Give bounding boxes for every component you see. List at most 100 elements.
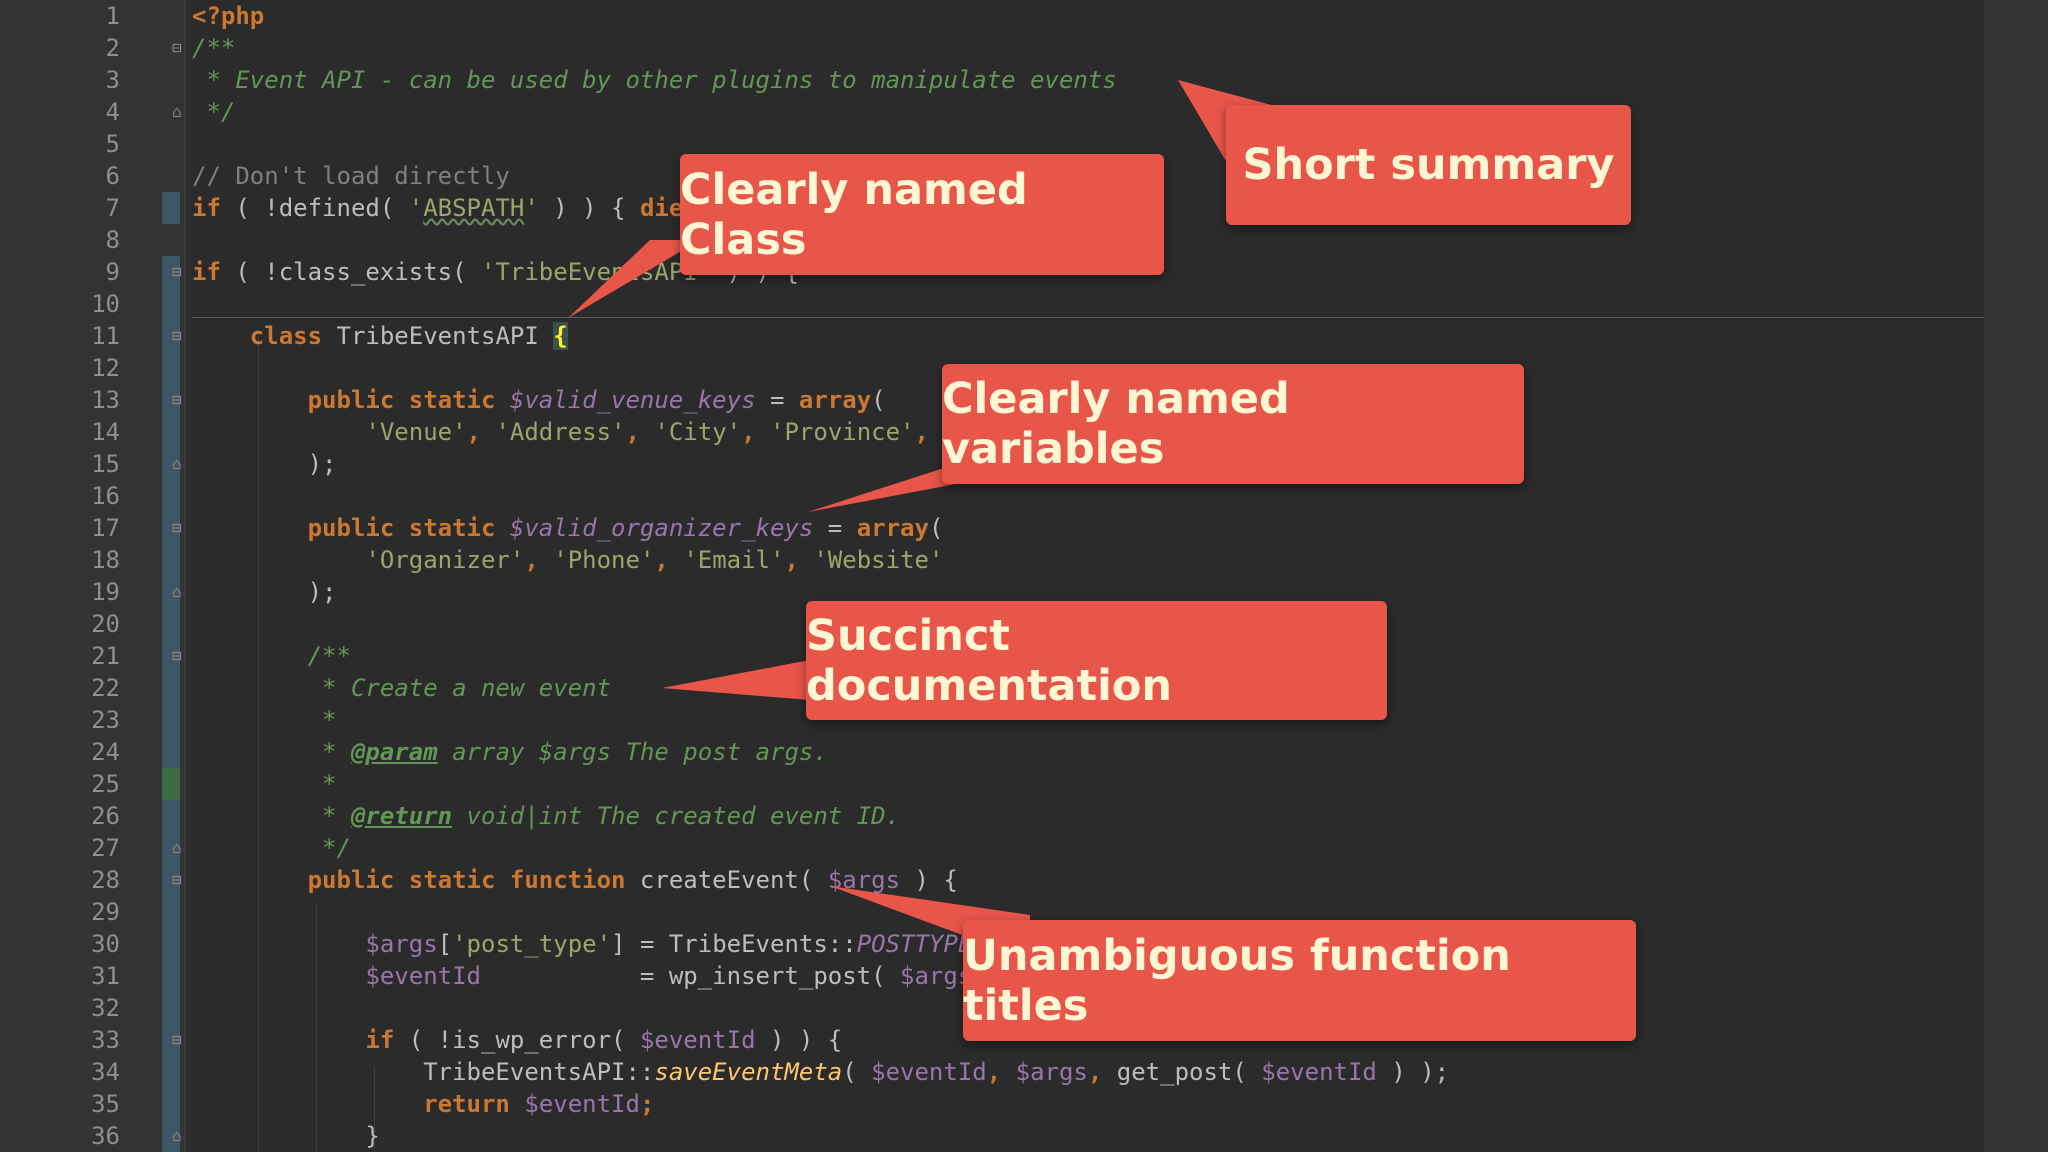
code-line[interactable]: 17 public static $valid_organizer_keys =… [0,512,1984,544]
code-line[interactable]: 4 */ ⌂ [0,96,1984,128]
code-text[interactable]: * [192,704,337,736]
code-text[interactable]: /** [192,32,235,64]
code-text[interactable]: $args['post_type'] = TribeEvents::POSTTY… [192,928,986,960]
code-text[interactable]: TribeEventsAPI::saveEventMeta( $eventId,… [192,1056,1449,1088]
code-line[interactable]: 36 } ⌂ [0,1120,1984,1152]
code-line[interactable]: 16 [0,480,1984,512]
code-token: , [914,418,944,446]
line-number: 10 [91,290,120,318]
code-token: , [1087,1058,1117,1086]
line-number: 11 [91,322,120,350]
fold-collapse-icon[interactable]: ⊟ [170,264,184,280]
code-line[interactable]: 1 <?php [0,0,1984,32]
code-text[interactable]: */ [192,96,235,128]
code-text[interactable]: $eventId = wp_insert_post( $args ); [192,960,1015,992]
code-token: $eventId [365,962,481,990]
code-line[interactable]: 2 /** ⊟ [0,32,1984,64]
code-token: <?php [192,2,265,30]
code-text[interactable]: * Event API - can be used by other plugi… [192,64,1117,96]
code-line[interactable]: 3 * Event API - can be used by other plu… [0,64,1984,96]
code-text[interactable]: // Don't load directly [192,160,510,192]
code-token: , [466,418,496,446]
code-token: @param [350,738,438,766]
code-text[interactable]: 'Organizer', 'Phone', 'Email', 'Website' [192,544,943,576]
code-text[interactable]: public static function createEvent( $arg… [192,864,958,896]
fold-end-icon[interactable]: ⌂ [170,584,184,600]
code-line[interactable]: 28 public static function createEvent( $… [0,864,1984,896]
code-token: ( !is_wp_error( [394,1026,640,1054]
code-line[interactable]: 34 TribeEventsAPI::saveEventMeta( $event… [0,1056,1984,1088]
fold-collapse-icon[interactable]: ⊟ [170,520,184,536]
line-number: 31 [91,962,120,990]
line-number: 28 [91,866,120,894]
code-token: $eventId [1261,1058,1377,1086]
code-token: * [307,706,337,734]
fold-collapse-icon[interactable]: ⊟ [170,872,184,888]
callout-short-summary: Short summary [1226,105,1631,225]
fold-end-icon[interactable]: ⌂ [170,104,184,120]
code-token: ] = TribeEvents:: [611,930,857,958]
code-token: ); [192,450,337,478]
code-line[interactable]: 10 [0,288,1984,320]
line-number: 36 [91,1122,120,1150]
code-text[interactable]: if ( !defined( 'ABSPATH' ) ) { die [192,192,683,224]
code-text[interactable]: class TribeEventsAPI { [192,320,568,352]
fold-end-icon[interactable]: ⌂ [170,456,184,472]
code-token: TribeEventsAPI:: [192,1058,655,1086]
code-token: ' [524,194,539,222]
fold-end-icon[interactable]: ⌂ [170,1128,184,1144]
code-line[interactable]: 26 * @return void|int The created event … [0,800,1984,832]
code-text[interactable]: * @param array $args The post args. [192,736,828,768]
line-number: 32 [91,994,120,1022]
code-token: , [524,546,554,574]
right-panel [1984,0,2048,1152]
code-text[interactable]: */ [192,832,351,864]
fold-end-icon[interactable]: ⌂ [170,840,184,856]
line-number: 4 [105,98,120,126]
code-text[interactable]: if ( !is_wp_error( $eventId ) ) { [192,1024,842,1056]
code-line[interactable]: 18 'Organizer', 'Phone', 'Email', 'Websi… [0,544,1984,576]
code-text[interactable]: * @return void|int The created event ID. [192,800,900,832]
code-text[interactable]: public static $valid_organizer_keys = ar… [192,512,944,544]
fold-collapse-icon[interactable]: ⊟ [170,1032,184,1048]
line-number: 16 [91,482,120,510]
code-text[interactable]: return $eventId; [192,1088,654,1120]
line-number: 2 [105,34,120,62]
code-line[interactable]: 27 */ ⌂ [0,832,1984,864]
code-token: ( [928,514,944,542]
code-token: createEvent( [625,866,828,894]
fold-collapse-icon[interactable]: ⊟ [170,648,184,664]
line-number: 3 [105,66,120,94]
code-text[interactable]: /** [192,640,351,672]
fold-collapse-icon[interactable]: ⊟ [170,392,184,408]
fold-collapse-icon[interactable]: ⊟ [170,328,184,344]
code-text[interactable]: ); [192,448,337,480]
line-number: 29 [91,898,120,926]
line-number: 21 [91,642,120,670]
code-token: array $args The post args. [437,738,828,766]
fold-collapse-icon[interactable]: ⊟ [170,40,184,56]
code-text[interactable]: } [192,1120,379,1152]
code-text[interactable]: <?php [192,0,264,32]
code-token: 'Email' [683,546,785,574]
code-text[interactable]: public static $valid_venue_keys = array( [192,384,886,416]
code-token: * Event API - can be used by other plugi… [192,66,1117,94]
code-line[interactable]: 35 return $eventId; [0,1088,1984,1120]
code-text[interactable]: ); [192,576,337,608]
code-token: die [639,194,684,222]
code-token: ; [639,1090,655,1118]
code-token: ( [871,386,886,414]
code-line[interactable]: 24 * @param array $args The post args. [0,736,1984,768]
code-line[interactable]: 25 * [0,768,1984,800]
code-text[interactable]: * [192,768,336,800]
code-line[interactable]: 11 class TribeEventsAPI { ⊟ [0,320,1984,352]
code-text[interactable]: * Create a new event [192,672,611,704]
code-token: ABSPATH [423,194,525,222]
